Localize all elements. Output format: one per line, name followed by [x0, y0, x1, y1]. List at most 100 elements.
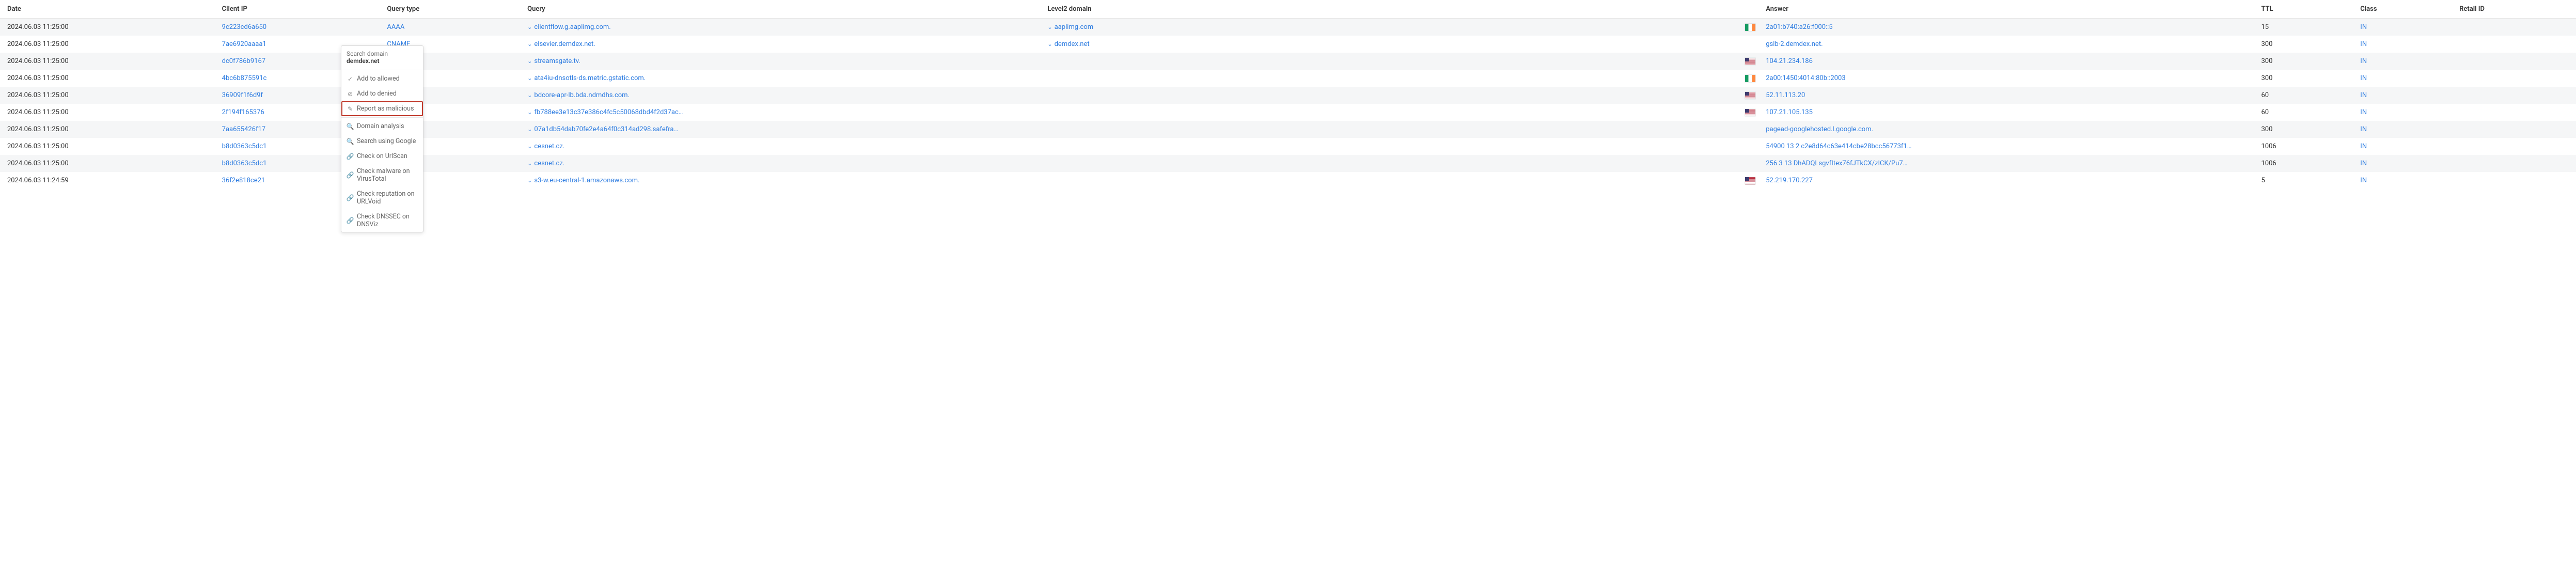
- class-link[interactable]: IN: [2360, 160, 2367, 167]
- query-link[interactable]: s3-w.eu-central-1.amazonaws.com.: [534, 177, 639, 184]
- cell-class: IN: [2353, 155, 2452, 172]
- class-link[interactable]: IN: [2360, 177, 2367, 184]
- cell-class: IN: [2353, 121, 2452, 138]
- cell-class: IN: [2353, 138, 2452, 155]
- col-date[interactable]: Date: [0, 0, 215, 19]
- col-level2-domain[interactable]: Level2 domain: [1040, 0, 1758, 19]
- cell-query: ⌄streamsgate.tv.: [520, 53, 1040, 70]
- chevron-down-icon[interactable]: ⌄: [527, 75, 532, 82]
- context-menu-item[interactable]: ✎Report as malicious: [341, 101, 423, 116]
- cell-ttl: 1006: [2254, 155, 2353, 172]
- col-client-ip[interactable]: Client IP: [215, 0, 380, 19]
- chevron-down-icon[interactable]: ⌄: [527, 41, 532, 48]
- query-link[interactable]: elsevier.demdex.net.: [534, 40, 595, 48]
- cell-answer: 52.11.113.20: [1758, 87, 2254, 104]
- context-menu-item[interactable]: 🔗Check reputation on URLVoid: [341, 186, 423, 209]
- client-ip-link[interactable]: dc0f786b9167: [222, 57, 265, 65]
- col-query[interactable]: Query: [520, 0, 1040, 19]
- context-menu-item[interactable]: 🔗Check malware on VirusTotal: [341, 164, 423, 186]
- cell-flag: [1701, 36, 1758, 53]
- query-link[interactable]: cesnet.cz.: [534, 160, 564, 167]
- cell-answer: 54900 13 2 c2e8d64c63e414cbe28bcc56773f1…: [1758, 138, 2254, 155]
- cell-level2-domain: [1040, 121, 1701, 138]
- context-menu-item[interactable]: 🔍Domain analysis: [341, 119, 423, 134]
- chevron-down-icon[interactable]: ⌄: [1047, 24, 1052, 30]
- client-ip-link[interactable]: 7ae6920aaaa1: [222, 40, 266, 48]
- context-menu-header: Search domain demdex.net: [341, 46, 423, 69]
- col-query-type[interactable]: Query type: [380, 0, 520, 19]
- class-link[interactable]: IN: [2360, 57, 2367, 65]
- client-ip-link[interactable]: 2f194f165376: [222, 108, 264, 116]
- answer-link[interactable]: 256 3 13 DhADQLsgvfItex76fJTkCX/zICK/Pu7…: [1766, 160, 1907, 167]
- cell-ttl: 300: [2254, 53, 2353, 70]
- answer-link[interactable]: gslb-2.demdex.net.: [1766, 40, 1823, 48]
- chevron-down-icon[interactable]: ⌄: [527, 126, 532, 133]
- chevron-down-icon[interactable]: ⌄: [527, 177, 532, 184]
- class-link[interactable]: IN: [2360, 125, 2367, 133]
- cell-flag: [1701, 53, 1758, 70]
- client-ip-link[interactable]: b8d0363c5dc1: [222, 160, 267, 167]
- query-link[interactable]: bdcore-apr-lb.bda.ndmdhs.com.: [534, 91, 630, 99]
- context-menu-item[interactable]: 🔍Search using Google: [341, 134, 423, 149]
- query-link[interactable]: fb788ee3e13c37e386c4fc5c50068dbd4f2d37ac…: [534, 108, 683, 116]
- class-link[interactable]: IN: [2360, 40, 2367, 48]
- chevron-down-icon[interactable]: ⌄: [527, 92, 532, 99]
- cell-level2-domain: [1040, 53, 1701, 70]
- chevron-down-icon[interactable]: ⌄: [527, 143, 532, 150]
- level2-domain-link[interactable]: aaplimg.com: [1055, 23, 1094, 31]
- level2-domain-link[interactable]: demdex.net: [1055, 40, 1090, 48]
- query-link[interactable]: streamsgate.tv.: [534, 57, 580, 65]
- chevron-down-icon[interactable]: ⌄: [527, 109, 532, 116]
- answer-link[interactable]: 2a00:1450:4014:80b::2003: [1766, 74, 1845, 82]
- class-link[interactable]: IN: [2360, 91, 2367, 99]
- col-class[interactable]: Class: [2353, 0, 2452, 19]
- answer-link[interactable]: 54900 13 2 c2e8d64c63e414cbe28bcc56773f1…: [1766, 143, 1911, 150]
- cell-class: IN: [2353, 19, 2452, 36]
- answer-link[interactable]: 107.21.105.135: [1766, 108, 1813, 116]
- col-answer[interactable]: Answer: [1758, 0, 2254, 19]
- col-ttl[interactable]: TTL: [2254, 0, 2353, 19]
- cell-answer: 2a01:b740:a26:f000::5: [1758, 19, 2254, 36]
- context-menu-item[interactable]: 🔗Check on UrlScan: [341, 149, 423, 164]
- client-ip-link[interactable]: 7aa655426f17: [222, 125, 265, 133]
- cell-ttl: 300: [2254, 121, 2353, 138]
- context-menu-item[interactable]: 🔗Check DNSSEC on DNSViz: [341, 209, 423, 232]
- cell-flag: [1701, 138, 1758, 155]
- query-link[interactable]: ata4iu-dnsotls-ds.metric.gstatic.com.: [534, 74, 646, 82]
- cell-answer: 2a00:1450:4014:80b::2003: [1758, 70, 2254, 87]
- client-ip-link[interactable]: b8d0363c5dc1: [222, 143, 267, 150]
- class-link[interactable]: IN: [2360, 143, 2367, 150]
- context-menu-item[interactable]: ⊘Add to denied: [341, 86, 423, 101]
- class-link[interactable]: IN: [2360, 108, 2367, 116]
- answer-link[interactable]: 52.11.113.20: [1766, 91, 1805, 99]
- cell-flag: [1701, 104, 1758, 121]
- client-ip-link[interactable]: 4bc6b875591c: [222, 74, 267, 82]
- cell-date: 2024.06.03 11:25:00: [0, 104, 215, 121]
- query-link[interactable]: 07a1db54dab70fe2e4a64f0c314ad298.safefra…: [534, 125, 678, 133]
- answer-link[interactable]: 2a01:b740:a26:f000::5: [1766, 23, 1832, 31]
- cell-query: ⌄cesnet.cz.: [520, 155, 1040, 172]
- class-link[interactable]: IN: [2360, 23, 2367, 31]
- menu-item-label: Check on UrlScan: [357, 152, 407, 160]
- cell-class: IN: [2353, 87, 2452, 104]
- context-menu-item[interactable]: ✓Add to allowed: [341, 71, 423, 86]
- answer-link[interactable]: 104.21.234.186: [1766, 57, 1813, 65]
- chevron-down-icon[interactable]: ⌄: [527, 160, 532, 167]
- flag-us-icon: [1745, 58, 1755, 65]
- client-ip-link[interactable]: 36f2e818ce21: [222, 177, 265, 184]
- query-link[interactable]: cesnet.cz.: [534, 143, 564, 150]
- chevron-down-icon[interactable]: ⌄: [527, 24, 532, 30]
- client-ip-link[interactable]: 36909f1f6d9f: [222, 91, 263, 99]
- cell-flag: [1701, 70, 1758, 87]
- class-link[interactable]: IN: [2360, 74, 2367, 82]
- answer-link[interactable]: 52.219.170.227: [1766, 177, 1813, 184]
- chevron-down-icon[interactable]: ⌄: [1047, 41, 1052, 48]
- col-retail-id[interactable]: Retail ID: [2452, 0, 2576, 19]
- chevron-down-icon[interactable]: ⌄: [527, 58, 532, 65]
- query-link[interactable]: clientflow.g.aaplimg.com.: [534, 23, 610, 31]
- query-type-link[interactable]: AAAA: [387, 23, 404, 31]
- answer-link[interactable]: pagead-googlehosted.l.google.com.: [1766, 125, 1873, 133]
- cell-retail-id: [2452, 87, 2576, 104]
- cell-answer: gslb-2.demdex.net.: [1758, 36, 2254, 53]
- client-ip-link[interactable]: 9c223cd6a650: [222, 23, 266, 31]
